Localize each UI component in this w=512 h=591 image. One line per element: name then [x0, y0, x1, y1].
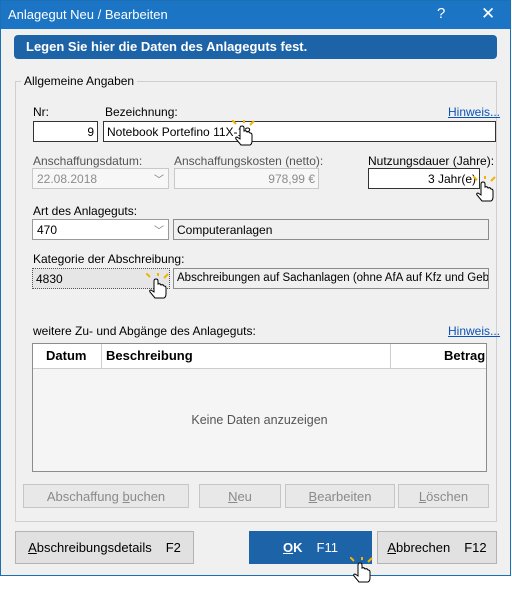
art-combo[interactable]: 470 ﹀ [32, 219, 169, 240]
window-title: Anlagegut Neu / Bearbeiten [8, 7, 168, 22]
button-label: bbrechen [396, 540, 451, 555]
anschaffungskosten-label: Anschaffungskosten (netto): [174, 154, 324, 168]
hinweis-link[interactable]: Hinweis... [448, 105, 500, 119]
button-label: earbeiten [317, 489, 372, 504]
button-label: K [293, 540, 303, 555]
neu-button[interactable]: Neu [199, 484, 281, 508]
shortcut-key: F12 [464, 540, 487, 555]
button-mnemonic: A [387, 540, 397, 555]
chevron-down-icon: ﹀ [154, 175, 164, 186]
table-header: Datum Beschreibung Betrag [33, 344, 486, 369]
column-header-beschreibung[interactable]: Beschreibung [106, 348, 193, 363]
button-label: eu [237, 489, 252, 504]
hand-cursor-icon [473, 176, 496, 202]
group-title: Allgemeine Angaben [21, 74, 138, 88]
art-text-field: Computeranlagen [173, 219, 489, 240]
button-mnemonic: B [308, 489, 318, 504]
bezeichnung-field[interactable]: Notebook Portefino 11X-13 [103, 121, 496, 142]
nutzungsdauer-label: Nutzungsdauer (Jahre): [368, 154, 495, 168]
kategorie-text-field: Abschreibungen auf Sachanlagen (ohne AfA… [173, 268, 489, 289]
close-icon[interactable]: ✕ [481, 4, 495, 24]
zugaenge-table[interactable]: Datum Beschreibung Betrag Keine Daten an… [32, 343, 487, 472]
help-icon[interactable]: ? [437, 5, 445, 22]
bezeichnung-label: Bezeichnung: [105, 105, 178, 119]
button-label: uchen [129, 489, 166, 504]
hand-cursor-icon [146, 273, 169, 299]
anschaffungsdatum-value: 22.08.2018 [37, 172, 98, 186]
column-header-betrag[interactable]: Betrag [444, 348, 485, 363]
abschreibungsdetails-button[interactable]: Abschreibungsdetails F2 [15, 531, 194, 564]
abschaffung-buchen-button[interactable]: Abschaffung buchen [23, 484, 189, 508]
hand-cursor-icon [232, 120, 255, 146]
title-bar: Anlagegut Neu / Bearbeiten ? ✕ [1, 1, 510, 29]
nr-field[interactable]: 9 [33, 121, 98, 142]
art-code: 470 [37, 223, 58, 237]
hand-cursor-icon [350, 557, 373, 583]
nutzungsdauer-field[interactable]: 3 Jahr(e) [368, 168, 480, 189]
chevron-down-icon: ﹀ [154, 226, 164, 237]
column-header-datum[interactable]: Datum [46, 348, 86, 363]
bearbeiten-button[interactable]: Bearbeiten [285, 484, 395, 508]
info-banner: Legen Sie hier die Daten des Anlageguts … [14, 35, 497, 59]
button-mnemonic: b [122, 489, 130, 504]
shortcut-key: F11 [316, 540, 338, 555]
anschaffungskosten-field[interactable]: 978,99 € [174, 168, 319, 189]
nr-label: Nr: [33, 105, 49, 119]
kategorie-label: Kategorie der Abschreibung: [33, 252, 185, 266]
button-label: öschen [426, 489, 469, 504]
art-label: Art des Anlageguts: [33, 204, 138, 218]
zugaenge-label: weitere Zu- und Abgänge des Anlageguts: [33, 324, 256, 338]
anschaffungsdatum-label: Anschaffungsdatum: [33, 154, 143, 168]
button-label: Abschaffung [46, 489, 123, 504]
button-mnemonic: O [283, 540, 294, 555]
zugaenge-hinweis-link[interactable]: Hinweis... [448, 324, 500, 338]
shortcut-key: F2 [165, 540, 181, 555]
column-divider[interactable] [101, 344, 102, 369]
anschaffungsdatum-picker[interactable]: 22.08.2018 ﹀ [32, 168, 169, 189]
loeschen-button[interactable]: Löschen [398, 484, 489, 508]
button-label: bschreibungsdetails [36, 540, 152, 555]
empty-table-message: Keine Daten anzuzeigen [191, 413, 328, 427]
column-divider[interactable] [390, 344, 391, 369]
button-mnemonic: A [28, 540, 37, 555]
abbrechen-button[interactable]: Abbrechen F12 [377, 531, 497, 564]
